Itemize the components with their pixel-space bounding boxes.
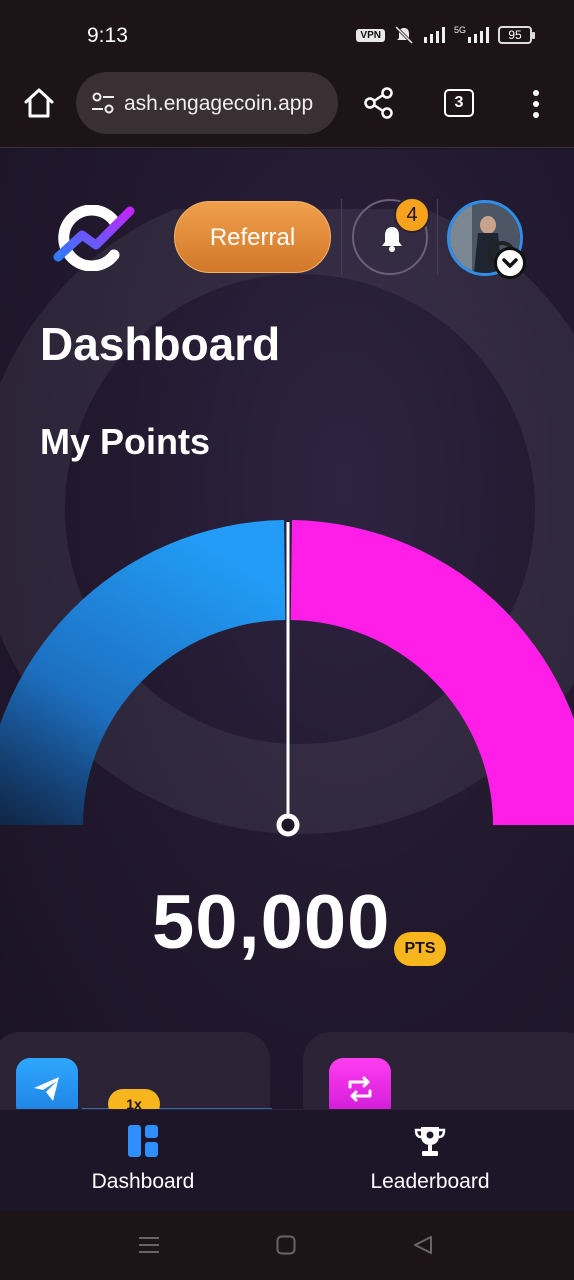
points-value: 50,000 — [152, 880, 391, 965]
repost-icon-tile — [329, 1058, 391, 1109]
nav-dashboard-label: Dashboard — [91, 1170, 195, 1193]
chevron-down-icon — [502, 258, 518, 268]
gauge-pivot — [276, 813, 300, 837]
system-navigation-bar — [0, 1211, 574, 1280]
gauge-left-arc — [0, 520, 286, 825]
dashboard-icon — [128, 1125, 158, 1157]
nav-leaderboard-label: Leaderboard — [370, 1170, 490, 1193]
notification-count-badge: 4 — [394, 197, 430, 233]
page-content: Referral 4 Dashboard My Points 50,000 PT… — [0, 149, 574, 1109]
account-menu-toggle[interactable] — [494, 247, 526, 279]
home-system-icon[interactable] — [276, 1235, 296, 1255]
nav-leaderboard[interactable]: Leaderboard — [330, 1124, 530, 1194]
status-bar: 9:13 VPN 5G 95 — [0, 0, 574, 70]
url-bar[interactable]: ash.engagecoin.app — [76, 72, 338, 134]
gauge-right-arc — [290, 520, 574, 825]
signal-5g-icon — [468, 27, 489, 43]
battery-icon: 95 — [498, 26, 535, 44]
referral-button[interactable]: Referral — [174, 201, 331, 273]
status-time: 9:13 — [87, 24, 128, 47]
section-title: My Points — [40, 421, 211, 462]
paper-plane-icon — [34, 1077, 59, 1101]
status-icons: VPN 5G 95 — [356, 25, 535, 44]
telegram-icon-tile — [16, 1058, 78, 1109]
page-title: Dashboard — [40, 318, 281, 370]
more-options-icon[interactable] — [526, 88, 546, 120]
points-gauge — [0, 520, 574, 837]
engagecoin-logo[interactable] — [52, 205, 136, 271]
home-icon[interactable] — [22, 86, 56, 120]
signal-icon — [423, 27, 445, 43]
header-divider — [437, 199, 438, 275]
url-text[interactable]: ash.engagecoin.app — [124, 92, 313, 116]
recents-icon[interactable] — [138, 1235, 160, 1255]
mute-icon — [394, 26, 414, 44]
bottom-navigation: Dashboard Leaderboard — [0, 1109, 574, 1211]
header-divider — [341, 199, 342, 275]
multiplier-badge: 1x — [108, 1089, 160, 1109]
trophy-icon — [414, 1127, 446, 1156]
network-type: 5G — [453, 25, 466, 35]
points-unit-badge: PTS — [394, 932, 446, 966]
share-icon[interactable] — [362, 86, 396, 120]
repost-task-card[interactable] — [303, 1032, 574, 1109]
telegram-task-card[interactable]: 1x — [0, 1032, 272, 1109]
nav-dashboard[interactable]: Dashboard — [43, 1124, 243, 1194]
site-settings-icon[interactable] — [90, 92, 116, 114]
tab-switcher-button[interactable]: 3 — [444, 89, 474, 117]
browser-toolbar: ash.engagecoin.app 3 — [0, 70, 574, 148]
repost-icon — [348, 1076, 372, 1102]
back-icon[interactable] — [412, 1235, 434, 1255]
vpn-badge: VPN — [356, 28, 385, 42]
